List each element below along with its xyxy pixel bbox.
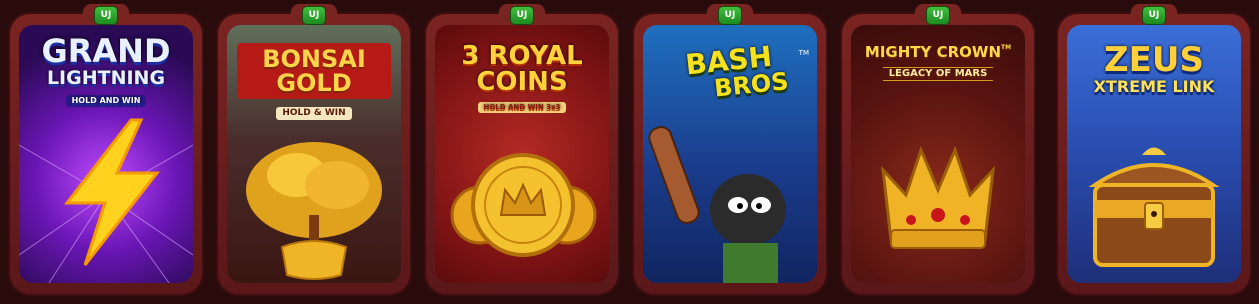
game-title-line-2: LEGACY OF MARS [882, 67, 994, 81]
game-title-text: MIGHTY CROWN [864, 43, 1002, 61]
game-carousel-row: UJ GRAND LIGHTNING HOLD AND WIN UJ BONSA… [0, 0, 1259, 304]
game-card-3-royal-coins[interactable]: UJ 3 ROYAL COINS HOLD AND WIN 3x3 [424, 4, 620, 296]
provider-badge: UJ [94, 5, 118, 25]
game-title-banner: BONSAI GOLD [237, 43, 391, 99]
game-title-line-1: BONSAI [262, 45, 366, 73]
game-card-grand-lightning[interactable]: UJ GRAND LIGHTNING HOLD AND WIN [8, 4, 204, 296]
game-thumbnail[interactable]: BASH BROS TM [643, 25, 817, 283]
provider-badge: UJ [718, 5, 742, 25]
game-title-line-2: LIGHTNING [46, 67, 166, 89]
trademark-mark: TM [798, 49, 809, 57]
game-title-line-1: 3 ROYAL [461, 41, 583, 71]
game-subtitle: HOLD AND WIN [65, 95, 147, 107]
badge-tab: UJ [499, 4, 545, 26]
game-thumbnail[interactable]: 3 ROYAL COINS HOLD AND WIN 3x3 [435, 25, 609, 283]
game-thumbnail[interactable]: MIGHTY CROWNTM LEGACY OF MARS [851, 25, 1025, 283]
badge-tab: UJ [83, 4, 129, 26]
badge-tab: UJ [707, 4, 753, 26]
provider-badge: UJ [510, 5, 534, 25]
badge-tab: UJ [291, 4, 337, 26]
game-title-line-2: COINS [476, 67, 568, 97]
game-card-zeus-xtreme-link[interactable]: UJ ZEUS XTREME LINK [1056, 4, 1252, 296]
game-subtitle: HOLD & WIN [276, 107, 352, 120]
game-thumbnail[interactable]: ZEUS XTREME LINK [1067, 25, 1241, 283]
game-card-bash-bros[interactable]: UJ BASH BROS TM [632, 4, 828, 296]
game-subtitle: HOLD AND WIN 3x3 [477, 102, 567, 113]
game-card-mighty-crown[interactable]: UJ MIGHTY CROWNTM LEGACY OF MARS [840, 4, 1036, 296]
trademark-mark: TM [1001, 44, 1012, 51]
game-title-line-1: GRAND [41, 32, 171, 70]
badge-tab: UJ [1131, 4, 1177, 26]
game-title-line-2: GOLD [276, 69, 352, 97]
game-thumbnail[interactable]: GRAND LIGHTNING HOLD AND WIN [19, 25, 193, 283]
provider-badge: UJ [1142, 5, 1166, 25]
game-thumbnail[interactable]: BONSAI GOLD HOLD & WIN [227, 25, 401, 283]
game-title-line-1: MIGHTY CROWNTM [851, 45, 1025, 60]
provider-badge: UJ [302, 5, 326, 25]
badge-tab: UJ [915, 4, 961, 26]
game-title-line-2: XTREME LINK [1093, 77, 1215, 96]
game-title-line-1: ZEUS [1104, 40, 1204, 80]
game-card-bonsai-gold[interactable]: UJ BONSAI GOLD HOLD & WIN [216, 4, 412, 296]
provider-badge: UJ [926, 5, 950, 25]
